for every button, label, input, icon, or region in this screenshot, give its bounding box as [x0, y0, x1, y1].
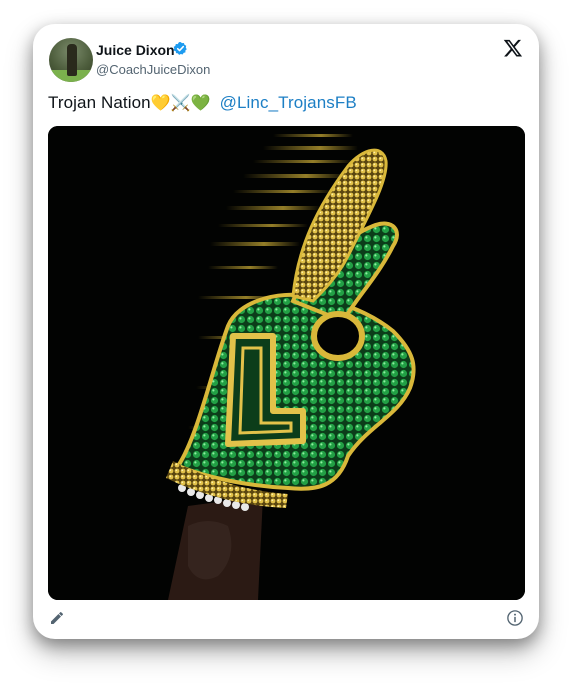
tweet-emojis: 💛⚔️💚 — [150, 93, 211, 112]
glove-photo — [48, 126, 525, 600]
pencil-icon[interactable] — [49, 610, 65, 626]
tweet-media[interactable] — [48, 126, 525, 600]
avatar-figure — [67, 44, 77, 76]
verified-badge-icon — [173, 41, 187, 55]
x-logo-icon[interactable] — [503, 38, 523, 58]
author-handle[interactable]: @CoachJuiceDixon — [96, 62, 210, 77]
info-icon[interactable] — [506, 609, 524, 627]
tweet-text: Trojan Nation💛⚔️💚 @Linc_TrojansFB — [48, 93, 357, 113]
tweet-card[interactable]: Juice Dixon @CoachJuiceDixon Trojan Nati… — [33, 24, 539, 639]
mention-link[interactable]: @Linc_TrojansFB — [220, 93, 357, 112]
avatar[interactable] — [49, 38, 93, 82]
tweet-body: Trojan Nation — [48, 93, 151, 112]
author-name[interactable]: Juice Dixon — [96, 42, 175, 58]
